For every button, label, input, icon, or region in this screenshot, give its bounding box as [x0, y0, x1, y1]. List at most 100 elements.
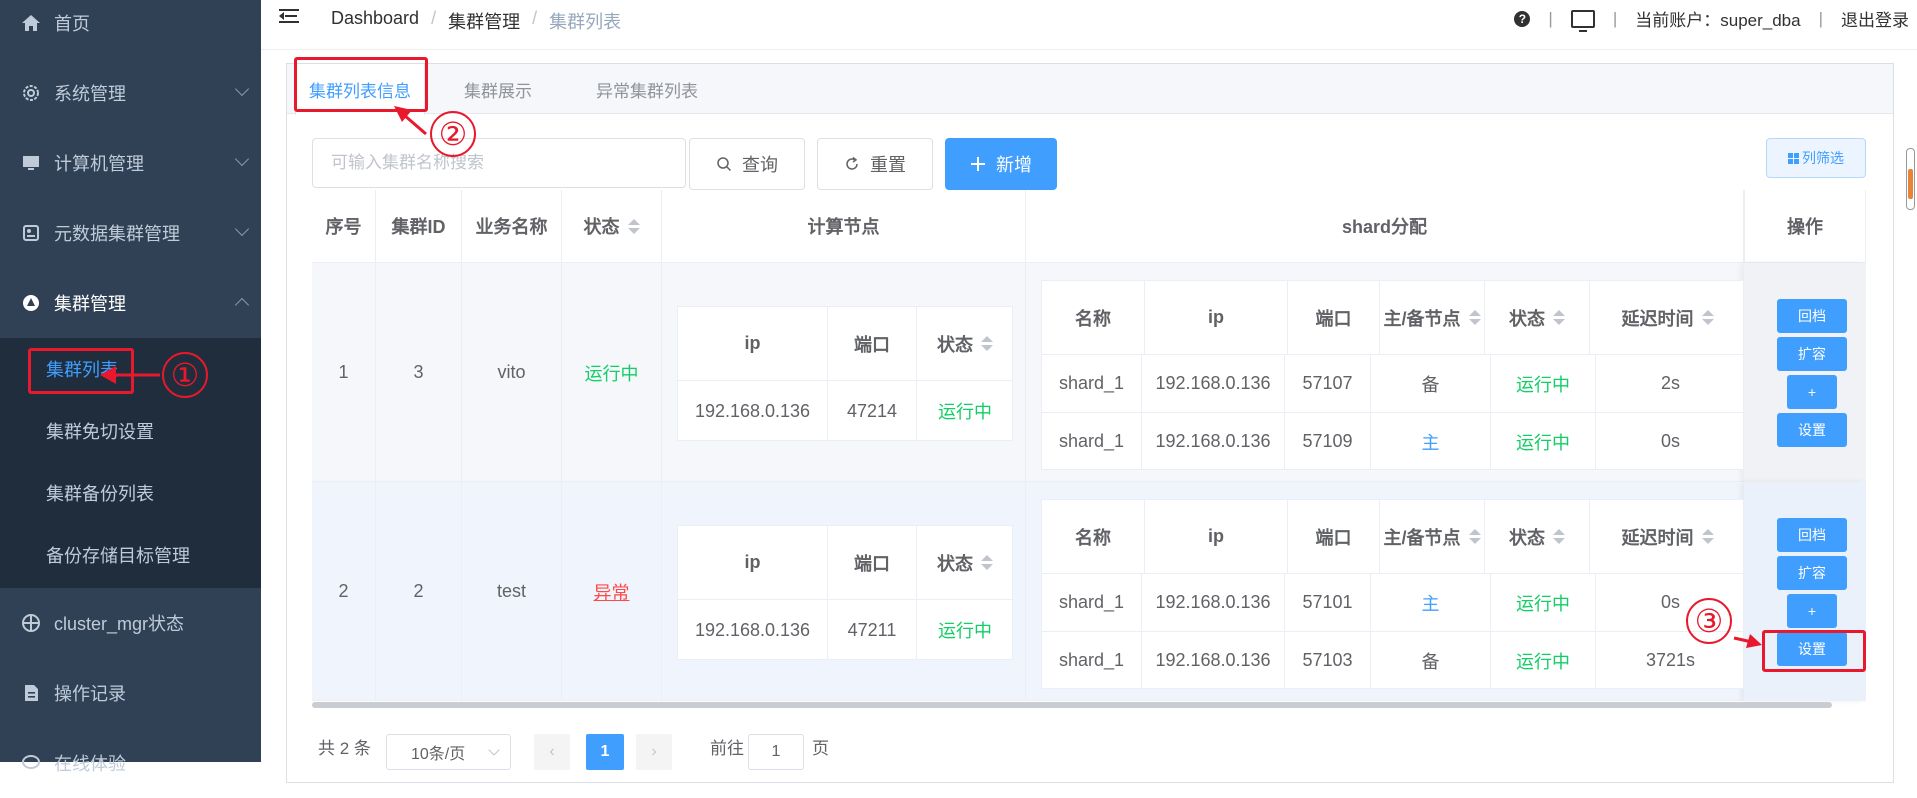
target-icon [20, 612, 42, 634]
prev-page-button[interactable]: ‹ [534, 734, 570, 770]
sidebar-item-home[interactable]: 首页 [0, 0, 261, 58]
sidebar-item-label: 元数据集群管理 [54, 224, 180, 244]
shard-table: 名称 ip 端口 主/备节点 状态 延迟时间 shard_1 192.168.0… [1041, 280, 1745, 470]
compute-header-port: 端口 [828, 526, 917, 600]
refresh-icon [846, 156, 858, 170]
compute-header-port: 端口 [828, 307, 917, 381]
cell-name: vito [462, 263, 562, 482]
shard-port: 57101 [1285, 574, 1371, 632]
breadcrumb-item[interactable]: 集群管理 [448, 8, 520, 34]
sidebar-item-metadata[interactable]: 元数据集群管理 [0, 198, 261, 268]
compute-ip: 192.168.0.136 [678, 600, 828, 660]
rollback-button[interactable]: 回档 [1777, 518, 1847, 552]
grid-icon [1788, 152, 1799, 164]
cell-id: 2 [376, 482, 462, 701]
help-icon[interactable]: ? [1514, 10, 1531, 27]
tab-abnormal-clusters[interactable]: 异常集群列表 [577, 64, 717, 114]
page-number-current[interactable]: 1 [586, 734, 624, 770]
reset-button[interactable]: 重置 [817, 138, 933, 190]
sidebar-subitem-cluster-list[interactable]: 集群列表 [0, 338, 261, 400]
query-label: 查询 [742, 155, 778, 175]
shard-name: shard_1 [1042, 632, 1142, 689]
shard-header-name: 名称 [1042, 281, 1145, 355]
shard-delay: 0s [1660, 431, 1680, 451]
col-header-status[interactable]: 状态 [562, 190, 662, 263]
monitor-icon[interactable] [1570, 9, 1595, 32]
logout-link[interactable]: 退出登录 [1841, 6, 1909, 31]
shard-header-status[interactable]: 状态 [1485, 281, 1590, 355]
page-size-select[interactable]: 10条/页 [386, 734, 511, 770]
expand-button[interactable]: 扩容 [1777, 556, 1847, 590]
add-button[interactable]: 新增 [945, 138, 1057, 190]
col-header-label: 状态 [1509, 527, 1545, 548]
column-filter-button[interactable]: 列筛选 [1766, 138, 1866, 178]
sidebar-item-label: 计算机管理 [54, 154, 144, 174]
goto-prefix: 前往 [710, 739, 744, 758]
vertical-scrollbar[interactable] [1906, 148, 1915, 210]
shard-header-status[interactable]: 状态 [1485, 500, 1590, 574]
goto-page-input[interactable]: 1 [748, 734, 804, 770]
cell-ops [1744, 263, 1866, 482]
search-input[interactable] [312, 138, 686, 188]
sidebar-item-cluster-mgr[interactable]: cluster_mgr状态 [0, 588, 261, 658]
col-header-label: 主/备节点 [1383, 308, 1461, 329]
sidebar-item-label: 集群管理 [54, 294, 126, 314]
sort-icon[interactable] [1468, 529, 1481, 544]
sidebar-subitem-failover[interactable]: 集群免切设置 [0, 400, 261, 462]
settings-button[interactable]: 设置 [1777, 413, 1847, 447]
chevron-down-icon [488, 744, 500, 756]
shard-header-role[interactable]: 主/备节点 [1380, 500, 1485, 574]
compute-ip: 192.168.0.136 [678, 381, 828, 441]
tab-cluster-info[interactable]: 集群列表信息 [295, 64, 425, 115]
col-header-label: 状态 [937, 334, 973, 355]
breadcrumb-item[interactable]: Dashboard [331, 8, 419, 34]
monitor-icon [20, 152, 42, 174]
sort-icon[interactable] [1553, 310, 1565, 325]
sort-icon[interactable] [1553, 529, 1565, 544]
sidebar-item-label: 集群列表 [46, 360, 118, 380]
sort-icon[interactable] [981, 555, 993, 570]
cell-name: test [462, 482, 562, 701]
shard-status: 运行中 [1491, 355, 1596, 413]
expand-button[interactable]: 扩容 [1777, 337, 1847, 371]
sort-icon[interactable] [1701, 310, 1714, 325]
shard-header-role[interactable]: 主/备节点 [1380, 281, 1485, 355]
sidebar-subitem-backup-list[interactable]: 集群备份列表 [0, 462, 261, 524]
sidebar-item-online[interactable]: 在线体验 [0, 728, 261, 798]
cluster-icon [20, 292, 42, 314]
sidebar-item-oplog[interactable]: 操作记录 [0, 658, 261, 728]
sidebar-item-cluster[interactable]: 集群管理 [0, 268, 261, 338]
sidebar-subitem-backup-target[interactable]: 备份存储目标管理 [0, 524, 261, 586]
compute-header-status[interactable]: 状态 [917, 526, 1013, 600]
horizontal-scrollbar[interactable] [312, 702, 1832, 708]
compute-header-status[interactable]: 状态 [917, 307, 1013, 381]
settings-button[interactable]: 设置 [1777, 632, 1847, 666]
add-shard-button[interactable]: + [1787, 594, 1837, 628]
chevron-down-icon [234, 221, 250, 237]
col-header-name: 业务名称 [462, 190, 562, 263]
sort-icon[interactable] [1468, 310, 1481, 325]
next-page-button[interactable]: › [636, 734, 672, 770]
shard-port: 57107 [1285, 355, 1371, 413]
col-header-shard: shard分配 [1026, 190, 1744, 263]
col-header-compute: 计算节点 [662, 190, 1026, 263]
sidebar-item-label: 操作记录 [54, 684, 126, 704]
shard-header-delay[interactable]: 延迟时间 [1590, 281, 1745, 355]
sort-icon[interactable] [1701, 529, 1714, 544]
rollback-button[interactable]: 回档 [1777, 299, 1847, 333]
compute-status: 运行中 [938, 402, 992, 422]
status-link[interactable]: 异常 [594, 579, 630, 605]
add-shard-button[interactable]: + [1787, 375, 1837, 409]
sidebar-item-computer[interactable]: 计算机管理 [0, 128, 261, 198]
query-button[interactable]: 查询 [689, 138, 805, 190]
sort-icon[interactable] [981, 336, 993, 351]
tab-cluster-display[interactable]: 集群展示 [433, 64, 563, 114]
sort-icon[interactable] [627, 218, 640, 234]
sidebar-item-label: 首页 [54, 14, 90, 34]
hamburger-icon[interactable] [279, 9, 301, 29]
col-header-label: 状态 [937, 553, 973, 574]
shard-role: 备 [1371, 632, 1491, 689]
shard-header-delay[interactable]: 延迟时间 [1590, 500, 1745, 574]
sidebar-item-system[interactable]: 系统管理 [0, 58, 261, 128]
shard-header-ip: ip [1145, 281, 1288, 355]
